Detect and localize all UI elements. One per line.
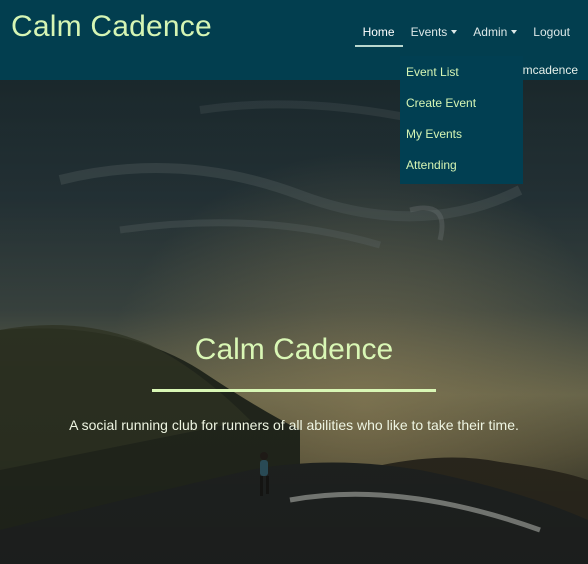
dropdown-item-attending[interactable]: Attending <box>400 151 523 182</box>
nav-item-events-label: Events <box>410 25 448 39</box>
dropdown-item-create-event[interactable]: Create Event <box>400 89 523 120</box>
dropdown-item-my-events[interactable]: My Events <box>400 120 523 151</box>
nav-item-logout-label: Logout <box>533 25 570 39</box>
page: Calm Cadence Home Events Admin Logout mc… <box>0 0 588 564</box>
nav-item-logout[interactable]: Logout <box>525 18 588 46</box>
chevron-down-icon <box>451 29 458 34</box>
nav-item-admin[interactable]: Admin <box>465 18 525 46</box>
hero-divider <box>152 389 436 392</box>
nav-item-home-label: Home <box>362 25 395 39</box>
chevron-down-icon <box>511 29 518 34</box>
hero-subtitle: A social running club for runners of all… <box>69 417 519 433</box>
nav-item-events[interactable]: Events <box>403 18 466 46</box>
brand-logo-text[interactable]: Calm Cadence <box>11 8 212 46</box>
nav-menu: Home Events Admin Logout <box>354 18 588 47</box>
nav-item-home[interactable]: Home <box>354 18 403 47</box>
dropdown-item-event-list[interactable]: Event List <box>400 58 523 89</box>
welcome-username: mcadence <box>522 63 578 77</box>
nav-item-admin-label: Admin <box>473 25 508 39</box>
hero-title: Calm Cadence <box>194 333 394 366</box>
events-dropdown-menu: Event List Create Event My Events Attend… <box>400 56 523 184</box>
